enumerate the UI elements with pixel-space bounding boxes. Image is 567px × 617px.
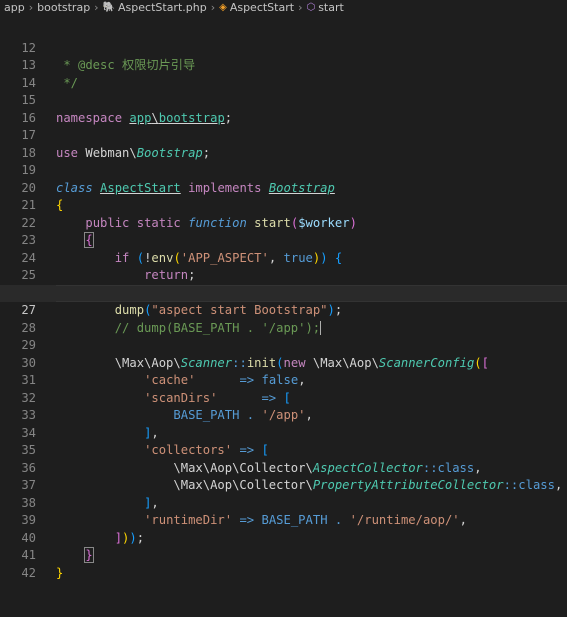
breadcrumb: app › bootstrap › 🐘 AspectStart.php › ◈ … [0,0,567,14]
code-line[interactable]: 40 } [0,512,567,563]
breadcrumb-item-method[interactable]: start [318,1,344,14]
code-line[interactable]: 39 ])); [0,495,567,545]
line-number: 42 [21,565,36,580]
code-line[interactable]: 28 [0,302,567,335]
code-line[interactable]: 17 use Webman\Bootstrap; [0,110,567,160]
code-line[interactable]: 32 BASE_PATH . '/app', [0,372,567,423]
code-line[interactable]: 29 \Max\Aop\Scanner::init(new \Max\Aop\S… [0,320,567,370]
code-line[interactable]: 12 * @desc 权限切片引导 [0,22,567,73]
code-line[interactable]: 13 */ [0,40,567,90]
php-file-icon: 🐘 [102,1,116,13]
breadcrumb-item-bootstrap[interactable]: bootstrap [37,1,90,14]
code-line[interactable]: 24 return; [0,232,567,283]
code-line[interactable]: 20 { [0,162,567,213]
code-line[interactable]: 18 [0,127,567,160]
chevron-right-icon: › [210,0,216,14]
breadcrumb-item-file[interactable]: AspectStart.php [118,1,207,14]
breadcrumb-item-class[interactable]: AspectStart [230,1,294,14]
code-line[interactable]: 33 ], [0,390,567,440]
chevron-right-icon: › [28,0,34,14]
code-line[interactable]: 21 public static function start($worker) [0,180,567,230]
code-line[interactable]: 22 { [0,197,567,248]
breadcrumb-item-app[interactable]: app [4,1,25,14]
code-line[interactable]: 25 } [0,250,567,300]
code-line[interactable]: 15 namespace app\bootstrap; [0,75,567,125]
code-line[interactable]: 37 ], [0,460,567,510]
code-line[interactable]: 14 [0,57,567,90]
code-line[interactable]: 35 \Max\Aop\Collector\AspectCollector::c… [0,425,567,475]
code-line[interactable]: 36 \Max\Aop\Collector\PropertyAttributeC… [0,442,567,493]
code-line[interactable]: 38 'runtimeDir' => BASE_PATH . '/runtime… [0,477,567,528]
code-line[interactable]: 34 'collectors' => [ [0,407,567,458]
code-line[interactable]: 16 [0,92,567,125]
method-icon: ⬡ [306,1,316,13]
class-icon: ◈ [219,1,227,13]
code-line-current[interactable]: 27 // dump(BASE_PATH . '/app'); [0,284,567,335]
code-line[interactable]: 19 class AspectStart implements Bootstra… [0,145,567,195]
chevron-right-icon: › [298,0,303,14]
code-line[interactable]: 41 } [0,530,567,580]
code-line[interactable]: 31 'scanDirs' => [ [0,355,567,405]
code-editor[interactable]: app › bootstrap › 🐘 AspectStart.php › ◈ … [0,0,567,580]
code-text: } [56,565,64,580]
code-line[interactable]: 30 'cache' => false, [0,337,567,388]
chevron-right-icon: › [94,0,99,14]
code-line[interactable]: 26 dump("aspect start Bootstrap"); [0,267,567,318]
code-line[interactable]: 23 if (!env('APP_ASPECT', true)) { [0,215,567,265]
